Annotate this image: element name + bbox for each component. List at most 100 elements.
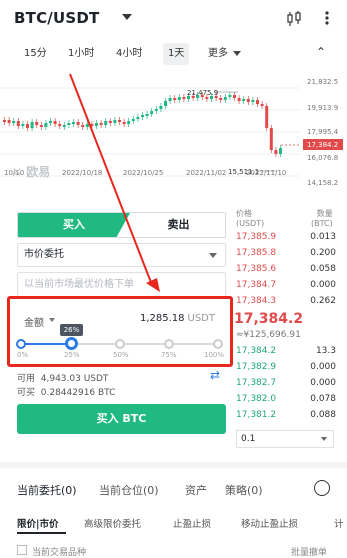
bid-row[interactable]: 17,382.7 0.000 — [236, 375, 336, 391]
ask-row[interactable]: 17,385.9 0.013 — [236, 229, 336, 245]
chevron-down-icon[interactable] — [122, 14, 132, 20]
tab-strategies[interactable]: 策略(0) — [225, 482, 263, 498]
candle-body — [274, 150, 278, 154]
candle-body — [168, 98, 172, 101]
candle-body — [246, 99, 250, 102]
bid-row[interactable]: 17,382.0 0.078 — [236, 391, 336, 407]
candle-body — [44, 123, 48, 127]
price-tick: 21,832.5 — [307, 78, 338, 86]
transfer-icon[interactable]: ⇄ — [210, 368, 220, 382]
price-chart[interactable]: 21,475.9 15,511.1 21,832.5 19,913.9 17,9… — [0, 68, 347, 198]
candle-body — [12, 121, 16, 123]
current-pair-checkbox[interactable] — [17, 545, 27, 555]
candlestick-icon[interactable] — [285, 10, 303, 28]
candle-body — [159, 106, 163, 109]
candle-body — [7, 120, 11, 123]
candle-body — [136, 117, 140, 119]
candle-body — [49, 121, 52, 123]
candle-body — [154, 109, 158, 111]
okx-watermark: ✕ 欧易 — [12, 165, 51, 179]
candle-body — [53, 121, 57, 124]
more-icon[interactable] — [318, 9, 336, 27]
can-buy-amount: 可买 0.28442916 BTC — [17, 388, 116, 398]
bid-row[interactable]: 17,382.9 0.000 — [236, 359, 336, 375]
candle-body — [233, 95, 236, 98]
price-tick: 19,913.9 — [307, 104, 338, 112]
candle-body — [99, 123, 103, 125]
price-input[interactable]: 以当前市场最优价格下单 — [17, 272, 226, 298]
depth-select[interactable]: 0.1 — [236, 430, 334, 448]
clock-icon[interactable] — [314, 480, 330, 496]
candle-body — [81, 125, 85, 127]
subtab-limit-market[interactable]: 限价|市价 — [17, 516, 58, 530]
orderbook-qty-header: 数量 (BTC) — [311, 209, 333, 228]
price-tick: 16,076.8 — [307, 154, 338, 162]
pair-title[interactable]: BTC/USDT — [14, 9, 99, 27]
timeframe-more[interactable]: 更多 — [208, 43, 228, 65]
collapse-icon[interactable]: ⌃ — [316, 45, 326, 59]
buy-tab[interactable]: 买入 — [18, 213, 130, 237]
bid-row[interactable]: 17,381.2 0.088 — [236, 407, 336, 423]
candle-body — [242, 99, 246, 101]
last-price[interactable]: 17,384.2 — [234, 311, 303, 327]
section-divider — [0, 462, 347, 468]
current-pair-label: 当前交易品种 — [32, 548, 87, 558]
subtab-trailing[interactable]: 移动止盈止损 — [241, 516, 298, 530]
candle-body — [265, 106, 269, 128]
ask-row[interactable]: 17,385.6 0.058 — [236, 261, 336, 277]
candle-body — [67, 123, 71, 125]
order-type-label: 市价委托 — [24, 249, 64, 260]
tab-positions[interactable]: 当前仓位(0) — [99, 482, 159, 498]
candle-body — [127, 121, 131, 124]
candle-body — [85, 124, 89, 127]
bid-row[interactable]: 17,384.2 13.3 — [236, 343, 336, 359]
date-tick: 2022/10/25 — [123, 169, 163, 177]
ask-row[interactable]: 17,384.7 0.000 — [236, 277, 336, 293]
timeframe-4h[interactable]: 4小时 — [116, 43, 142, 65]
candle-body — [62, 125, 66, 127]
annotation-highlight-box — [7, 296, 233, 367]
date-tick: 2022/11/10 — [246, 169, 286, 177]
batch-cancel-button[interactable]: 批量撤单 — [291, 545, 327, 558]
candle-body — [30, 122, 34, 128]
subtab-tp-sl[interactable]: 止盈止损 — [173, 516, 211, 530]
candle-body — [219, 98, 223, 100]
timeframe-1h[interactable]: 1小时 — [68, 43, 94, 65]
ask-row[interactable]: 17,384.3 0.262 — [236, 293, 336, 309]
side-tabs: 买入 卖出 — [17, 212, 226, 238]
candle-body — [113, 120, 117, 123]
candle-body — [118, 120, 121, 122]
candle-body — [205, 97, 209, 99]
ask-row[interactable]: 17,385.8 0.200 — [236, 245, 336, 261]
tab-assets[interactable]: 资产 — [185, 482, 207, 498]
candle-body — [141, 115, 144, 117]
timeframe-15m[interactable]: 15分 — [24, 43, 47, 65]
tab-open-orders[interactable]: 当前委托(0) — [17, 482, 77, 498]
price-tick: 17,995.4 — [307, 128, 339, 136]
candle-body — [35, 122, 39, 125]
chevron-down-icon[interactable] — [233, 51, 241, 56]
order-type-select[interactable]: 市价委托 — [17, 243, 226, 267]
candle-body — [21, 124, 25, 126]
subtab-advanced-limit[interactable]: 高级限价委托 — [84, 516, 141, 530]
timeframe-1d[interactable]: 1天 — [163, 43, 190, 65]
buy-btc-button[interactable]: 买入 BTC — [17, 404, 226, 434]
current-price-tag: 17,384.2 — [307, 141, 338, 149]
candle-body — [279, 148, 282, 154]
candle-body — [256, 100, 259, 104]
subtab-more[interactable]: 计 — [334, 516, 344, 530]
candle-body — [182, 97, 186, 99]
candle-body — [95, 123, 98, 126]
candle-body — [145, 114, 149, 116]
candle-body — [122, 122, 126, 124]
candle-body — [104, 121, 108, 125]
candle-body — [173, 98, 177, 100]
candle-body — [164, 101, 167, 106]
available-balance: 可用 4,943.03 USDT — [17, 374, 109, 384]
candle-body — [223, 97, 227, 100]
date-tick: 2022/11/02 — [186, 169, 226, 177]
sell-tab[interactable]: 卖出 — [130, 213, 225, 237]
chevron-down-icon — [321, 437, 327, 441]
candle-body — [16, 121, 20, 126]
candle-body — [150, 111, 154, 114]
